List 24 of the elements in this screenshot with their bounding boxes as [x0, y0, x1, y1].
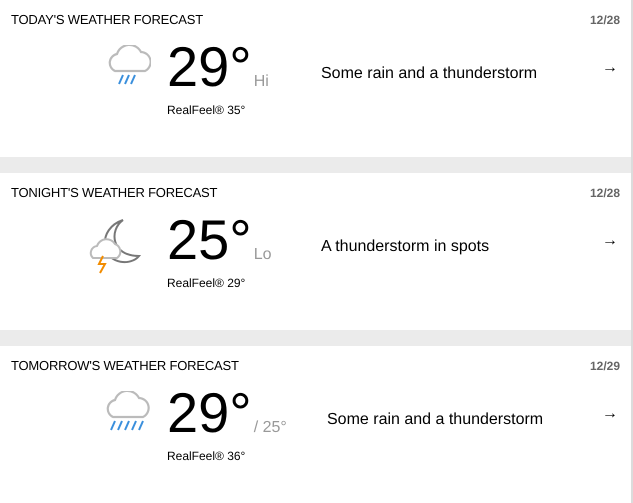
arrow-icon: →: [602, 405, 618, 423]
forecast-card[interactable]: TOMORROW'S WEATHER FORECAST 12/29 29°/ 25° RealFeel® 36° Some rain and a thunderstorm →: [0, 346, 631, 503]
temperature: 25°: [167, 212, 252, 268]
arrow-icon: →: [602, 59, 618, 77]
temperature-label: Hi: [254, 73, 269, 91]
forecast-card[interactable]: TONIGHT'S WEATHER FORECAST 12/28 25°Lo RealFeel® 29° A thunderstorm in spots →: [0, 173, 631, 330]
arrow-icon: →: [602, 232, 618, 250]
card-title: TODAY'S WEATHER FORECAST: [11, 12, 203, 27]
forecast-card[interactable]: TODAY'S WEATHER FORECAST 12/28 29°Hi RealFeel® 35° Some rain and a thunderstorm →: [0, 0, 631, 157]
forecast-date: 12/28: [590, 186, 620, 200]
temperature: 29°: [167, 39, 252, 95]
realfeel-text: RealFeel® 29°: [167, 276, 246, 290]
card-title: TOMORROW'S WEATHER FORECAST: [11, 358, 239, 373]
forecast-phrase: Some rain and a thunderstorm: [320, 65, 538, 83]
forecast-date: 12/29: [590, 358, 620, 372]
temperature: 29°: [167, 385, 252, 441]
realfeel-text: RealFeel® 35°: [167, 103, 246, 117]
forecast-phrase: Some rain and a thunderstorm: [326, 411, 544, 429]
temperature-label: / 25°: [254, 419, 287, 437]
card-title: TONIGHT'S WEATHER FORECAST: [11, 185, 218, 200]
forecast-date: 12/28: [590, 12, 620, 26]
temperature-label: Lo: [254, 246, 272, 264]
realfeel-text: RealFeel® 36°: [167, 449, 246, 463]
forecast-phrase: A thunderstorm in spots: [320, 238, 490, 256]
